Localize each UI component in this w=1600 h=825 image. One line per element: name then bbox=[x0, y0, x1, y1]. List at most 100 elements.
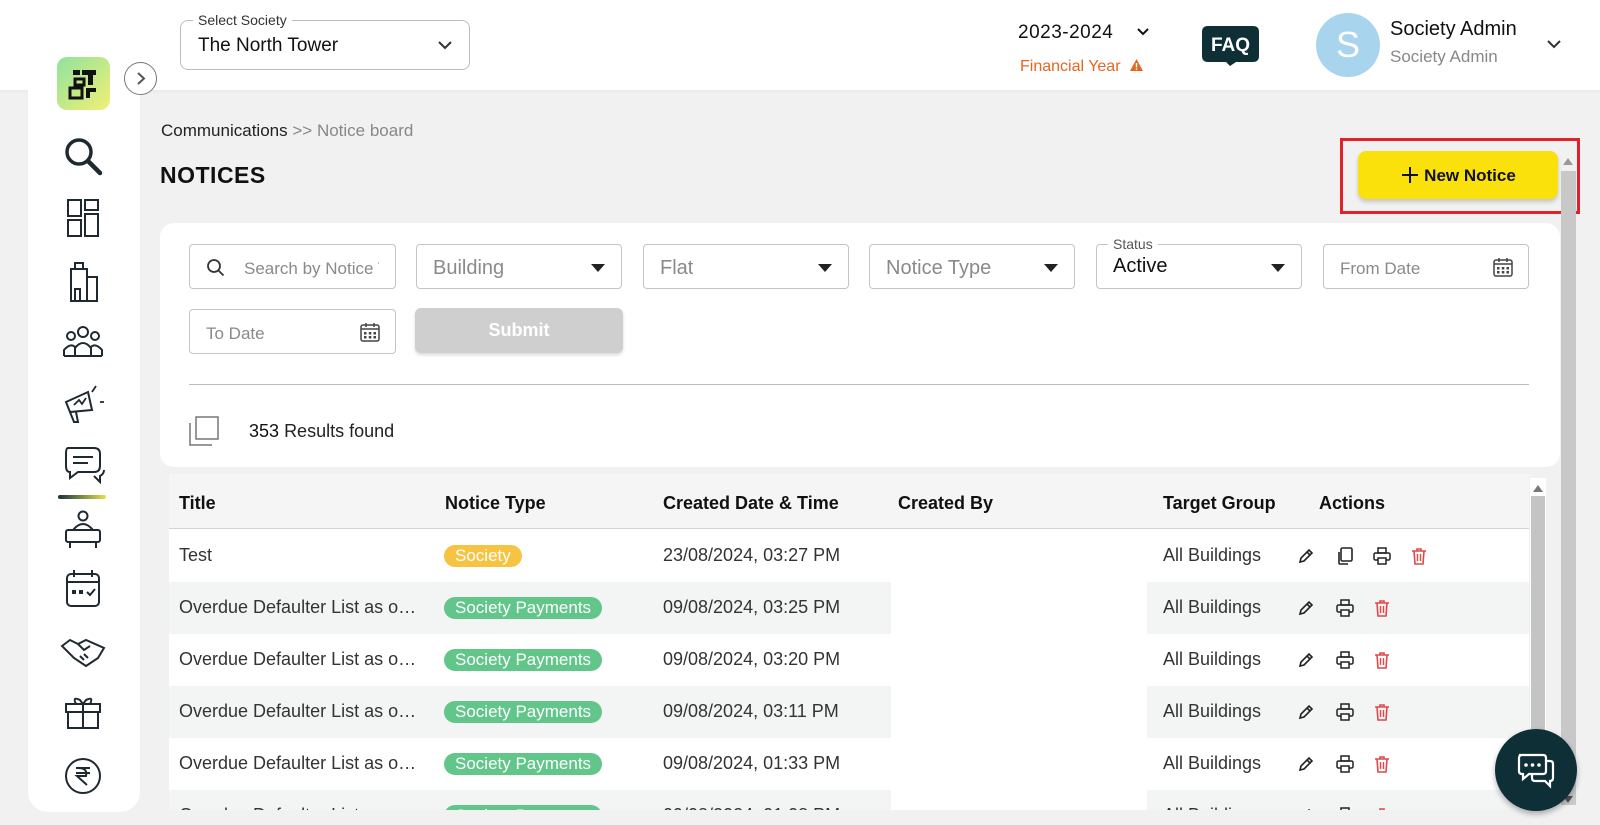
chat-support-button[interactable] bbox=[1495, 729, 1577, 811]
handshake-icon bbox=[60, 638, 106, 668]
notice-type-badge: Society Payments bbox=[444, 649, 603, 671]
printer-icon[interactable] bbox=[1335, 702, 1355, 722]
table-row[interactable]: Overdue Defaulter List as on ... Society … bbox=[169, 686, 1529, 738]
sidebar-item-members[interactable] bbox=[58, 318, 108, 366]
pencil-icon[interactable] bbox=[1296, 754, 1316, 774]
from-date-field[interactable]: From Date bbox=[1323, 244, 1529, 289]
notice-title[interactable]: Overdue Defaulter List as on ... bbox=[179, 753, 419, 774]
chevron-down-icon[interactable] bbox=[1546, 37, 1562, 51]
printer-icon[interactable] bbox=[1335, 598, 1355, 618]
chevron-down-icon bbox=[438, 41, 452, 50]
building-select[interactable]: Building bbox=[416, 244, 622, 289]
top-bar: Select Society The North Tower 2023-2024… bbox=[0, 0, 1600, 90]
copy-icon[interactable] bbox=[1335, 546, 1355, 566]
created-date: 09/08/2024, 01:33 PM bbox=[663, 753, 841, 773]
column-header-created-by[interactable]: Created By bbox=[898, 493, 993, 514]
notice-title[interactable]: Test bbox=[179, 545, 419, 566]
printer-icon[interactable] bbox=[1335, 650, 1355, 670]
printer-icon[interactable] bbox=[1335, 806, 1355, 810]
building-icon bbox=[70, 262, 98, 302]
dashboard-icon bbox=[67, 199, 99, 237]
society-select[interactable]: Select Society The North Tower bbox=[180, 12, 470, 70]
trash-icon[interactable] bbox=[1372, 650, 1392, 670]
column-header-title[interactable]: Title bbox=[179, 493, 216, 514]
notice-title[interactable]: Overdue Defaulter List as on ... bbox=[179, 597, 419, 618]
caret-down-icon bbox=[1271, 264, 1285, 272]
search-input[interactable]: Search by Notice Title bbox=[189, 244, 396, 289]
trash-icon[interactable] bbox=[1372, 806, 1392, 810]
financial-year-value: 2023-2024 bbox=[1018, 22, 1114, 43]
box-icon bbox=[65, 697, 101, 729]
results-count: 353 Results found bbox=[249, 421, 394, 442]
financial-year-warning[interactable]: Financial Year bbox=[1020, 58, 1144, 76]
financial-year-selector[interactable]: 2023-2024 Financial Year bbox=[1018, 22, 1158, 75]
column-header-notice-type[interactable]: Notice Type bbox=[445, 493, 546, 514]
notice-title[interactable]: Overdue Defaulter List as on ... bbox=[179, 805, 419, 810]
new-notice-button[interactable]: New Notice bbox=[1358, 151, 1558, 199]
caret-down-icon bbox=[1044, 264, 1058, 272]
to-date-field[interactable]: To Date bbox=[189, 309, 396, 354]
target-group: All Buildings bbox=[1163, 545, 1262, 565]
faq-button[interactable]: FAQ bbox=[1202, 26, 1259, 66]
pencil-icon[interactable] bbox=[1296, 598, 1316, 618]
table-row[interactable]: Overdue Defaulter List as on ... Society … bbox=[169, 790, 1529, 810]
page-scrollbar[interactable] bbox=[1561, 171, 1576, 805]
communications-icon bbox=[65, 447, 105, 485]
sidebar-item-calendar[interactable] bbox=[58, 566, 108, 614]
status-label: Status bbox=[1108, 236, 1158, 252]
notice-type-badge: Society Payments bbox=[444, 753, 603, 775]
pencil-icon[interactable] bbox=[1296, 806, 1316, 810]
table-row[interactable]: Test Society 23/08/2024, 03:27 PM All Build… bbox=[169, 530, 1529, 582]
rupee-icon bbox=[65, 758, 101, 794]
trash-icon[interactable] bbox=[1409, 546, 1429, 566]
trash-icon[interactable] bbox=[1372, 702, 1392, 722]
notice-title[interactable]: Overdue Defaulter List as on ... bbox=[179, 701, 419, 722]
status-select[interactable]: Status Active bbox=[1096, 236, 1302, 289]
calendar-icon[interactable] bbox=[359, 321, 381, 343]
printer-icon[interactable] bbox=[1372, 546, 1392, 566]
notice-type-badge: Society Payments bbox=[444, 597, 603, 619]
scroll-up-arrow-icon[interactable] bbox=[1533, 484, 1543, 492]
pencil-icon[interactable] bbox=[1296, 546, 1316, 566]
sidebar-item-helpdesk[interactable] bbox=[58, 504, 108, 552]
created-by-cell bbox=[891, 582, 1147, 634]
table-row[interactable]: Overdue Defaulter List as on ... Society … bbox=[169, 582, 1529, 634]
trash-icon[interactable] bbox=[1372, 598, 1392, 618]
sidebar bbox=[28, 22, 140, 812]
sidebar-item-dashboard[interactable] bbox=[58, 194, 108, 242]
new-notice-label: New Notice bbox=[1424, 165, 1516, 185]
created-by-cell bbox=[891, 790, 1147, 810]
created-date: 09/08/2024, 03:11 PM bbox=[663, 701, 839, 721]
sidebar-item-announcements[interactable] bbox=[58, 380, 108, 428]
pencil-icon[interactable] bbox=[1296, 650, 1316, 670]
notice-type-select[interactable]: Notice Type bbox=[869, 244, 1075, 289]
select-all-icon[interactable] bbox=[189, 416, 219, 446]
pencil-icon[interactable] bbox=[1296, 702, 1316, 722]
app-logo[interactable] bbox=[57, 57, 110, 110]
trash-icon[interactable] bbox=[1372, 754, 1392, 774]
flat-select[interactable]: Flat bbox=[643, 244, 849, 289]
sidebar-item-buildings[interactable] bbox=[58, 257, 108, 305]
table-row[interactable]: Overdue Defaulter List as on ... Society … bbox=[169, 738, 1529, 790]
chevron-down-icon bbox=[1137, 28, 1149, 36]
notice-type-badge: Society bbox=[444, 545, 522, 567]
avatar[interactable]: S bbox=[1316, 13, 1380, 77]
breadcrumb-communications[interactable]: Communications bbox=[161, 121, 288, 140]
page-title: NOTICES bbox=[160, 162, 266, 188]
sidebar-item-search[interactable] bbox=[58, 132, 108, 180]
sidebar-toggle-button[interactable] bbox=[124, 62, 157, 95]
flat-placeholder: Flat bbox=[660, 257, 694, 279]
sidebar-item-payments[interactable] bbox=[58, 752, 108, 800]
sidebar-item-communications[interactable] bbox=[58, 442, 108, 490]
scroll-up-arrow-icon[interactable] bbox=[1563, 157, 1573, 165]
calendar-icon[interactable] bbox=[1492, 256, 1514, 278]
printer-icon[interactable] bbox=[1335, 754, 1355, 774]
notice-title[interactable]: Overdue Defaulter List as on ... bbox=[179, 649, 419, 670]
column-header-target-group: Target Group bbox=[1163, 493, 1276, 513]
submit-button[interactable]: Submit bbox=[415, 308, 623, 353]
sidebar-item-vendors[interactable] bbox=[58, 628, 108, 676]
table-row[interactable]: Overdue Defaulter List as on ... Society … bbox=[169, 634, 1529, 686]
announcement-icon bbox=[64, 385, 104, 423]
sidebar-item-assets[interactable] bbox=[58, 690, 108, 738]
column-header-created-date[interactable]: Created Date & Time bbox=[663, 493, 839, 514]
